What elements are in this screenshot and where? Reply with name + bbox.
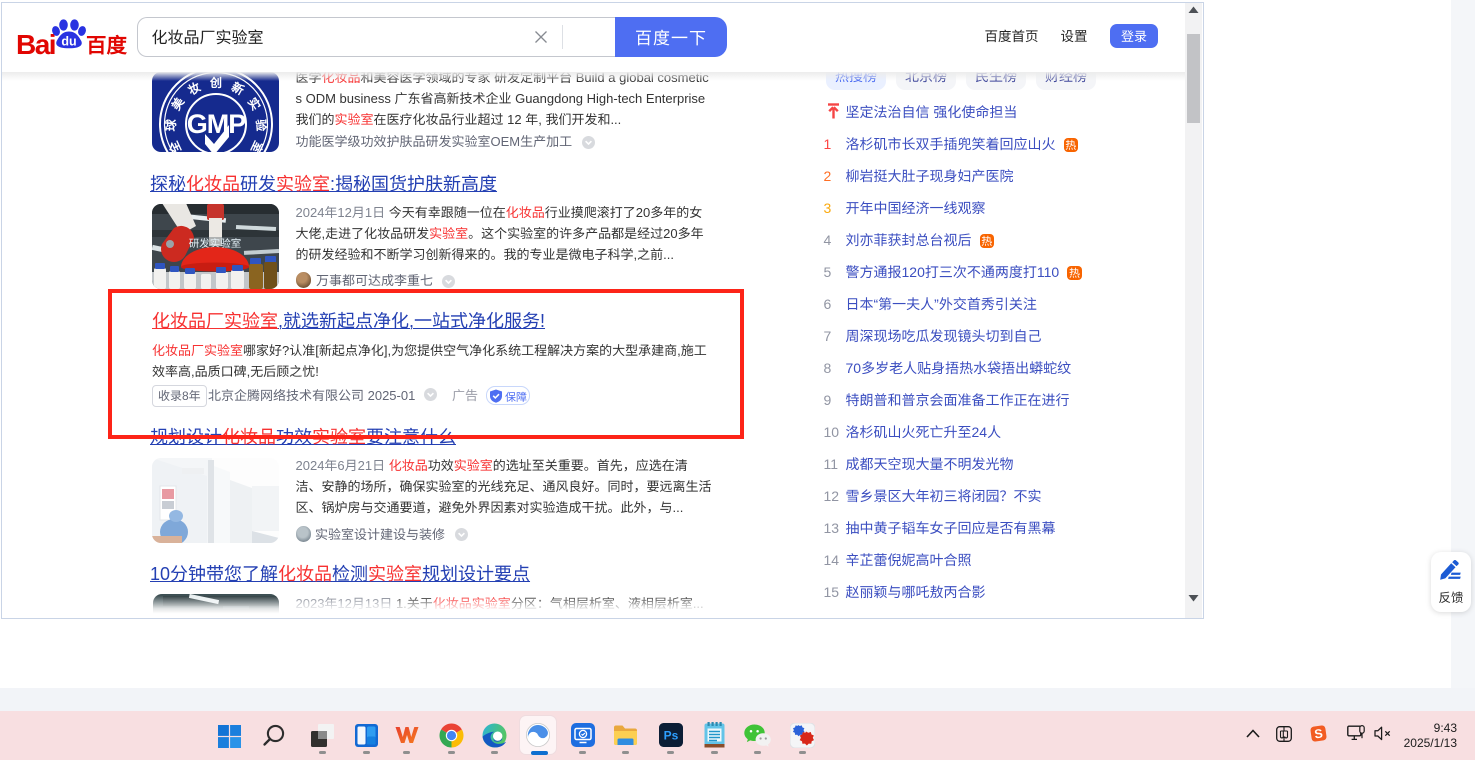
svg-text:百度: 百度: [86, 29, 127, 57]
svg-text:du: du: [61, 31, 76, 50]
svg-text:球: 球: [162, 118, 180, 132]
svg-text:验: 验: [253, 119, 271, 133]
svg-text:GMP: GMP: [187, 109, 246, 139]
svg-text:Ps: Ps: [663, 729, 678, 743]
svg-text:Bai: Bai: [16, 23, 55, 56]
